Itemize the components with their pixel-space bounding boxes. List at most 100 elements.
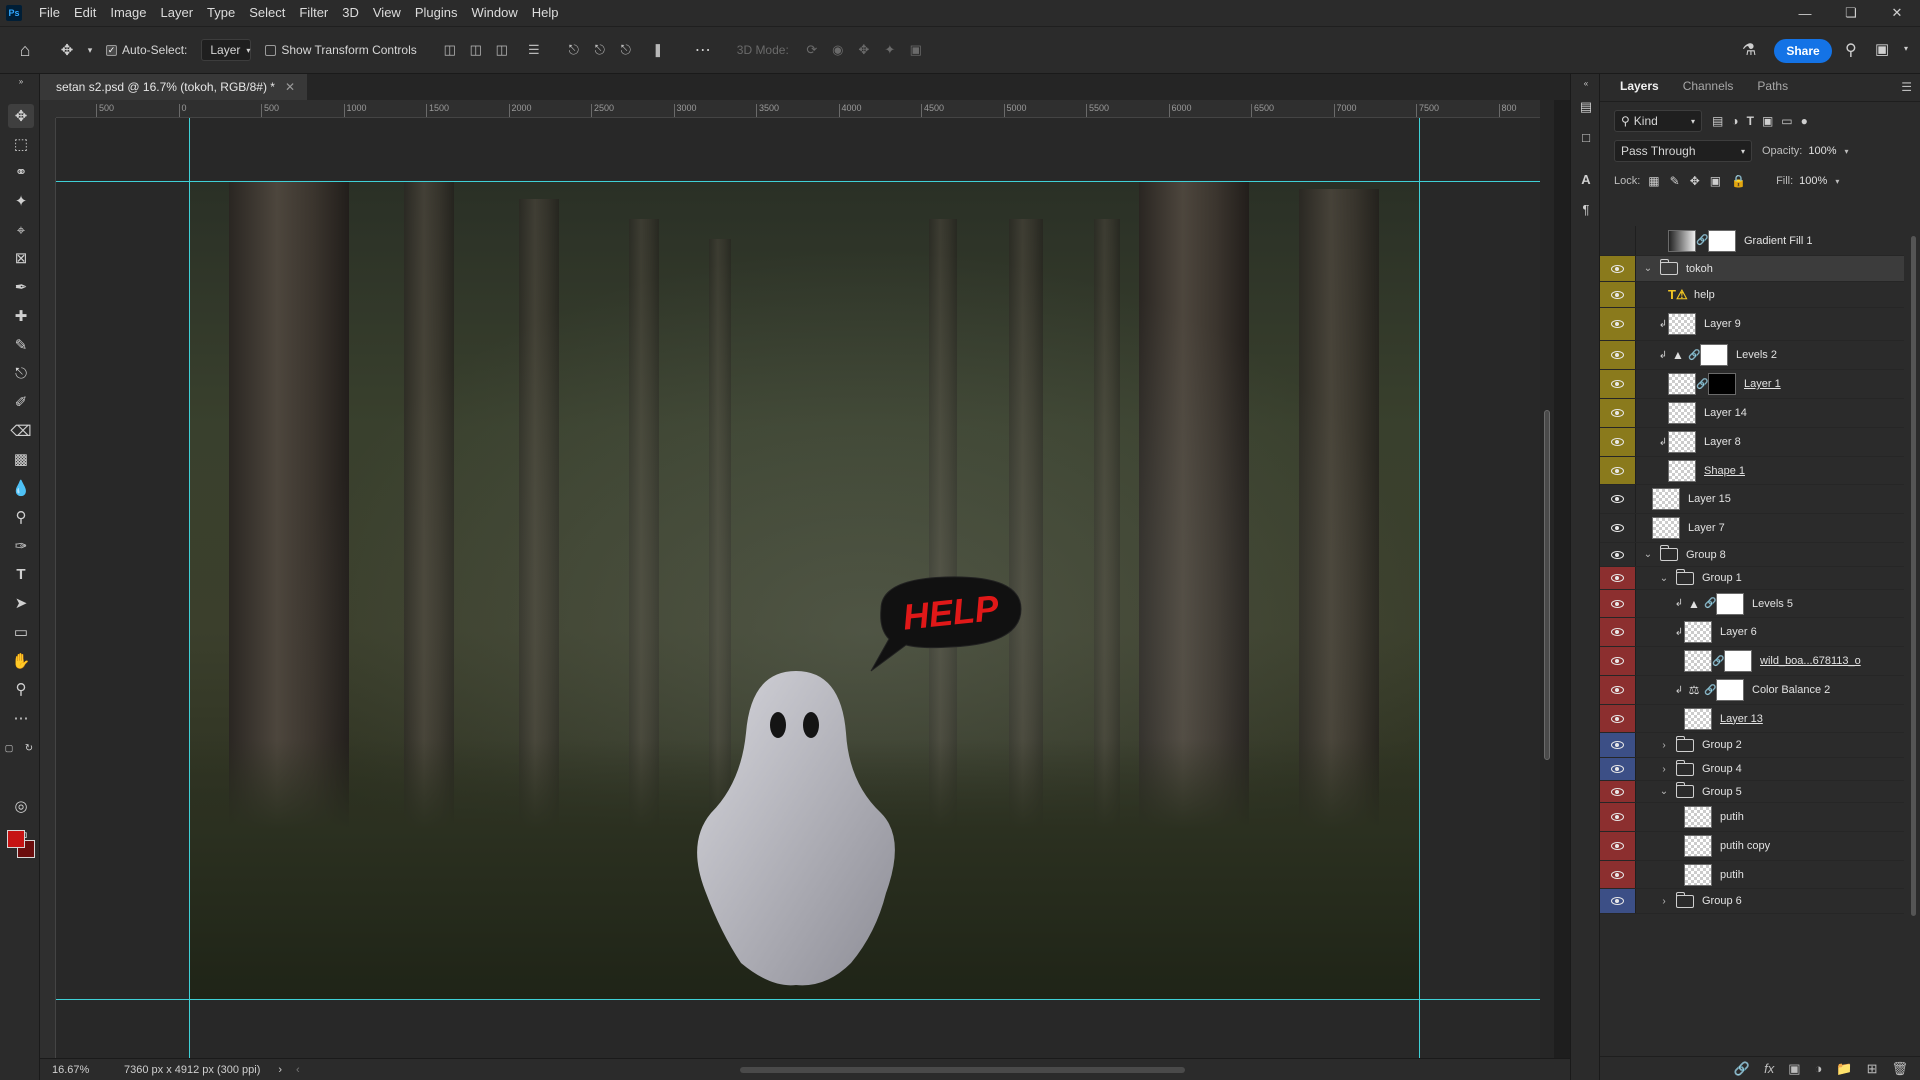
- roll-3d-icon[interactable]: ◉: [829, 41, 847, 59]
- layer-name[interactable]: Group 2: [1702, 739, 1742, 751]
- auto-select-control[interactable]: ✓ Auto-Select:: [106, 43, 187, 57]
- layer-name[interactable]: Group 8: [1686, 549, 1726, 561]
- layer-thumbnail[interactable]: [1684, 835, 1712, 857]
- filter-smart-object-icon[interactable]: ▭: [1781, 114, 1792, 128]
- swap-colors-icon[interactable]: ↻: [22, 736, 36, 760]
- visibility-toggle[interactable]: [1600, 256, 1636, 281]
- visibility-toggle[interactable]: [1600, 590, 1636, 617]
- vertical-scrollbar[interactable]: [1540, 100, 1554, 1058]
- layer-mask-thumbnail[interactable]: [1716, 679, 1744, 701]
- canvas-workspace[interactable]: HELP: [56, 118, 1540, 1058]
- layer-row[interactable]: ↲ ▲ 🔗 Levels 2: [1600, 341, 1904, 370]
- default-colors-icon[interactable]: ▢: [2, 736, 16, 760]
- visibility-toggle[interactable]: [1600, 618, 1636, 646]
- restore-icon[interactable]: ❏: [1828, 0, 1874, 26]
- visibility-toggle[interactable]: [1600, 543, 1636, 566]
- layer-name[interactable]: tokoh: [1686, 263, 1713, 275]
- chevron-down-icon[interactable]: ⌄: [1658, 786, 1670, 797]
- foreground-color-swatch[interactable]: [7, 830, 25, 848]
- chevron-down-icon[interactable]: ⌄: [1642, 263, 1654, 274]
- add-mask-icon[interactable]: ▣: [1788, 1061, 1800, 1077]
- visibility-toggle[interactable]: [1600, 889, 1636, 913]
- layer-mask-thumbnail[interactable]: [1724, 650, 1752, 672]
- visibility-toggle[interactable]: [1600, 428, 1636, 456]
- delete-layer-icon[interactable]: 🗑: [1891, 1061, 1908, 1077]
- history-brush-tool-icon[interactable]: ✐: [8, 390, 34, 414]
- filter-type-icon[interactable]: T: [1747, 114, 1754, 128]
- layer-row[interactable]: Layer 7: [1600, 514, 1904, 543]
- menu-filter[interactable]: Filter: [292, 0, 335, 26]
- visibility-toggle[interactable]: [1600, 758, 1636, 780]
- layer-name[interactable]: Group 4: [1702, 763, 1742, 775]
- layer-style-icon[interactable]: fx: [1764, 1061, 1774, 1076]
- path-selection-tool-icon[interactable]: ➤: [8, 591, 34, 615]
- layer-thumbnail[interactable]: [1668, 402, 1696, 424]
- paragraph-panel-icon[interactable]: ¶: [1577, 200, 1595, 218]
- auto-select-dropdown[interactable]: Layer ▾: [201, 39, 252, 61]
- align-bottom-icon[interactable]: ⎋: [617, 41, 635, 59]
- document-info[interactable]: 7360 px x 4912 px (300 ppi): [124, 1064, 260, 1076]
- flask-icon[interactable]: ⚗: [1742, 40, 1756, 60]
- layer-name[interactable]: Layer 6: [1720, 626, 1757, 638]
- kind-filter-dropdown[interactable]: ⚲ Kind ▾: [1614, 110, 1702, 132]
- layers-scrollbar[interactable]: [1908, 226, 1918, 1056]
- layer-thumbnail[interactable]: [1684, 650, 1712, 672]
- layer-row[interactable]: Layer 15: [1600, 485, 1904, 514]
- menu-3d[interactable]: 3D: [335, 0, 366, 26]
- layer-row[interactable]: 🔗 Gradient Fill 1: [1600, 226, 1904, 256]
- horizontal-scroll-thumb[interactable]: [740, 1067, 1185, 1073]
- menu-window[interactable]: Window: [464, 0, 524, 26]
- layer-mask-thumbnail[interactable]: [1716, 592, 1744, 615]
- menu-file[interactable]: File: [32, 0, 67, 26]
- comments-panel-icon[interactable]: □: [1577, 128, 1595, 146]
- move-tool-icon[interactable]: ✥: [8, 104, 34, 128]
- layer-name[interactable]: Layer 15: [1688, 493, 1731, 505]
- layer-row[interactable]: › Group 2: [1600, 733, 1904, 758]
- chevron-right-icon[interactable]: ›: [1658, 764, 1670, 775]
- align-right-icon[interactable]: ◫: [493, 41, 511, 59]
- filter-adjustment-icon[interactable]: ◑: [1731, 114, 1738, 128]
- chevron-right-icon[interactable]: ›: [278, 1064, 282, 1076]
- show-transform-checkbox[interactable]: [265, 44, 277, 56]
- layer-row[interactable]: putih: [1600, 861, 1904, 889]
- visibility-toggle[interactable]: [1600, 514, 1636, 542]
- layer-thumbnail[interactable]: [1684, 707, 1712, 730]
- layer-row[interactable]: ⌄ Group 1: [1600, 567, 1904, 590]
- link-layers-icon[interactable]: 🔗: [1734, 1061, 1750, 1077]
- close-icon[interactable]: ✕: [1874, 0, 1920, 26]
- layer-row[interactable]: ⌄ tokoh: [1600, 256, 1904, 282]
- lock-transparent-icon[interactable]: ▦: [1648, 174, 1659, 188]
- show-transform-control[interactable]: Show Transform Controls: [265, 43, 417, 57]
- crop-tool-icon[interactable]: ⌖: [8, 218, 34, 242]
- layer-row[interactable]: ⌄ Group 5: [1600, 781, 1904, 803]
- visibility-toggle[interactable]: [1600, 705, 1636, 732]
- adjustment-layer-icon[interactable]: ◑: [1815, 1061, 1823, 1076]
- menu-edit[interactable]: Edit: [67, 0, 103, 26]
- layer-row[interactable]: putih copy: [1600, 832, 1904, 861]
- character-panel-icon[interactable]: A: [1577, 170, 1595, 188]
- layer-row[interactable]: › Group 6: [1600, 889, 1904, 914]
- marquee-tool-icon[interactable]: ⬚: [8, 132, 34, 156]
- eraser-tool-icon[interactable]: ⌫: [8, 419, 34, 443]
- edit-toolbar-icon[interactable]: ⋯: [8, 706, 34, 730]
- visibility-toggle[interactable]: [1600, 457, 1636, 484]
- layer-row[interactable]: ↲ ▲ 🔗 Levels 5: [1600, 590, 1904, 618]
- lock-pixels-icon[interactable]: ✎: [1670, 174, 1680, 188]
- lock-position-icon[interactable]: ✥: [1690, 174, 1700, 188]
- layer-name[interactable]: Levels 2: [1736, 349, 1777, 361]
- chevron-right-icon[interactable]: ›: [1658, 740, 1670, 751]
- layer-name[interactable]: Layer 9: [1704, 318, 1741, 330]
- visibility-toggle[interactable]: [1600, 341, 1636, 369]
- layer-mask-thumbnail[interactable]: [1708, 373, 1736, 395]
- layer-row[interactable]: ↲ Layer 6: [1600, 618, 1904, 647]
- layer-name[interactable]: Layer 7: [1688, 522, 1725, 534]
- chevron-down-icon[interactable]: ▾: [1845, 147, 1849, 156]
- align-center-icon[interactable]: ◫: [467, 41, 485, 59]
- more-options-icon[interactable]: ⋯: [695, 40, 711, 60]
- layer-thumbnail[interactable]: [1668, 431, 1696, 453]
- frame-tool-icon[interactable]: ⊠: [8, 246, 34, 270]
- lasso-tool-icon[interactable]: ⚭: [8, 160, 34, 184]
- pan-3d-icon[interactable]: ✥: [855, 41, 873, 59]
- visibility-toggle[interactable]: [1600, 485, 1636, 513]
- tab-layers[interactable]: Layers: [1608, 79, 1671, 101]
